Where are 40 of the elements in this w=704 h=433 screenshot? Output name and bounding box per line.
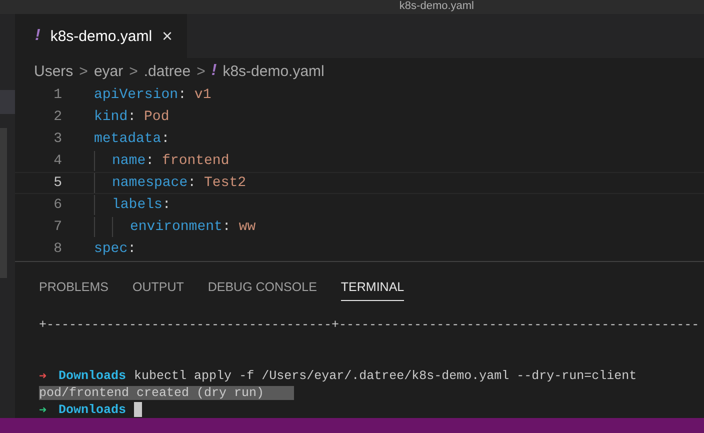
- line-number: 7: [52, 219, 63, 235]
- prompt-directory: Downloads: [58, 402, 126, 416]
- breadcrumb-item[interactable]: .datree: [144, 62, 191, 80]
- prompt-arrow-icon: ➜: [39, 368, 47, 384]
- line-number: 2: [52, 109, 63, 125]
- code-line: name: frontend: [112, 153, 230, 169]
- panel-tab[interactable]: PROBLEMS: [39, 274, 108, 300]
- chevron-icon: >: [196, 62, 206, 80]
- line-number: 4: [52, 153, 63, 169]
- line-number: 5: [52, 175, 63, 191]
- terminal-command: kubectl apply -f /Users/eyar/.datree/k8s-demo.yaml --dry-run=client: [134, 368, 637, 382]
- terminal-output: +--------------------------------------+------------------------------------------------: [39, 318, 700, 332]
- code-line: apiVersion: v1: [94, 87, 212, 103]
- chevron-icon: >: [79, 62, 88, 80]
- code-line: kind: Pod: [94, 109, 170, 125]
- terminal-output: pod/frontend created (dry run): [39, 386, 294, 400]
- editor-tab[interactable]: ! k8s-demo.yaml ×: [15, 14, 187, 58]
- code-line: metadata:: [94, 131, 170, 147]
- tab-label: k8s-demo.yaml: [50, 28, 152, 44]
- panel-tab[interactable]: TERMINAL: [340, 274, 404, 300]
- yaml-file-icon: !: [35, 27, 40, 45]
- code-line: spec:: [94, 241, 136, 257]
- yaml-file-icon: !: [211, 62, 217, 80]
- code-line: labels:: [112, 197, 171, 213]
- line-number: 6: [52, 197, 63, 213]
- breadcrumb-item[interactable]: k8s-demo.yaml: [222, 62, 324, 80]
- window-title: k8s-demo.yaml: [399, 0, 474, 14]
- code-line: environment: ww: [130, 219, 256, 235]
- code-line: namespace: Test2: [112, 175, 246, 191]
- prompt-arrow-icon: ➜: [39, 402, 47, 418]
- breadcrumb-item[interactable]: eyar: [94, 62, 124, 80]
- panel-tab[interactable]: OUTPUT: [132, 274, 184, 300]
- line-number: 3: [52, 131, 63, 147]
- line-number: 8: [52, 241, 63, 257]
- prompt-directory: Downloads: [58, 368, 126, 382]
- panel-tab[interactable]: DEBUG CONSOLE: [208, 274, 317, 300]
- close-icon[interactable]: ×: [162, 26, 173, 46]
- line-number: 1: [52, 87, 63, 103]
- chevron-icon: >: [129, 62, 138, 80]
- breadcrumb-item[interactable]: Users: [34, 62, 74, 80]
